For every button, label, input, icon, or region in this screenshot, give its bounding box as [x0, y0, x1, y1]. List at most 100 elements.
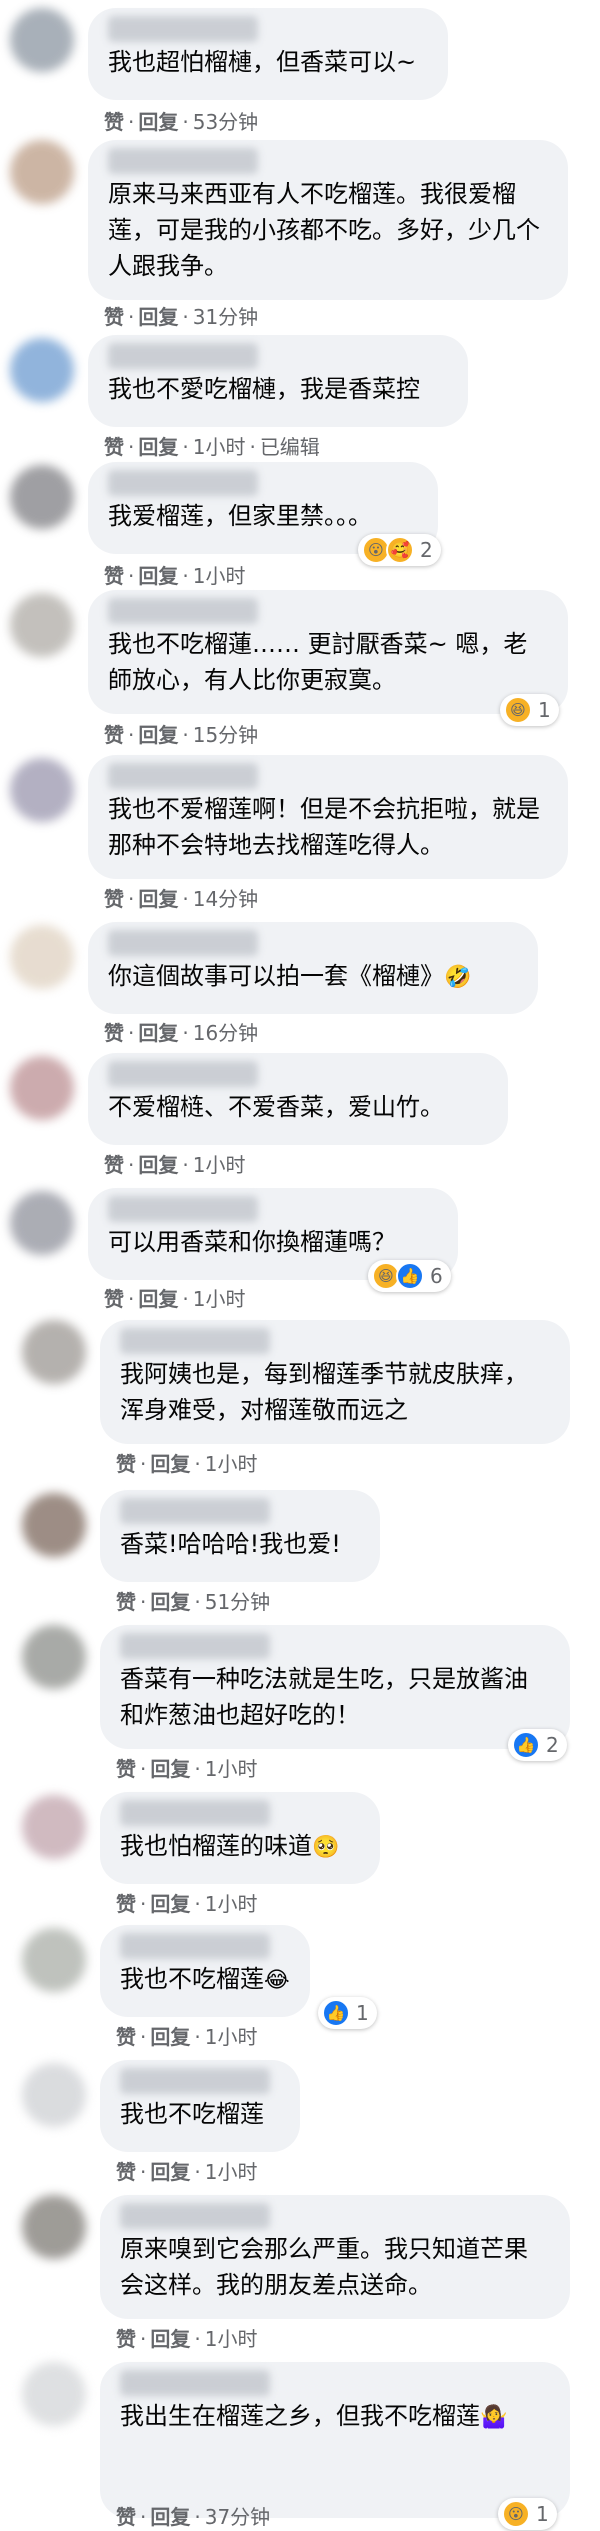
reply-button[interactable]: 回复	[138, 1287, 178, 1311]
reaction-summary[interactable]: 👍 2	[508, 1729, 567, 1761]
reply-button[interactable]: 回复	[150, 1757, 190, 1781]
author-name-blurred[interactable]	[108, 470, 258, 496]
like-button[interactable]: 赞	[104, 887, 124, 911]
reply-button[interactable]: 回复	[138, 435, 178, 459]
timestamp[interactable]: 37分钟	[205, 2505, 270, 2529]
like-button[interactable]: 赞	[116, 2327, 136, 2351]
author-name-blurred[interactable]	[120, 1498, 270, 1524]
like-button[interactable]: 赞	[116, 1892, 136, 1916]
author-name-blurred[interactable]	[108, 763, 258, 789]
avatar[interactable]	[22, 2063, 86, 2127]
reply-button[interactable]: 回复	[138, 305, 178, 329]
timestamp[interactable]: 53分钟	[193, 110, 258, 134]
like-button[interactable]: 赞	[116, 2025, 136, 2049]
avatar[interactable]	[10, 465, 74, 529]
avatar[interactable]	[22, 1928, 86, 1992]
like-button[interactable]: 赞	[116, 2505, 136, 2529]
like-button[interactable]: 赞	[104, 435, 124, 459]
author-name-blurred[interactable]	[120, 2370, 270, 2396]
emoji-icon: 🤣	[444, 965, 472, 990]
reaction-summary[interactable]: 😆 👍 6	[368, 1260, 451, 1292]
reaction-summary[interactable]: 😆 1	[500, 694, 559, 726]
author-name-blurred[interactable]	[108, 1061, 258, 1087]
timestamp[interactable]: 1小时	[205, 2025, 258, 2049]
like-button[interactable]: 赞	[104, 1153, 124, 1177]
timestamp[interactable]: 14分钟	[193, 887, 258, 911]
timestamp[interactable]: 1小时	[193, 1287, 246, 1311]
avatar[interactable]	[22, 1625, 86, 1689]
author-name-blurred[interactable]	[120, 2203, 270, 2229]
like-button[interactable]: 赞	[116, 1452, 136, 1476]
avatar[interactable]	[10, 338, 74, 402]
timestamp[interactable]: 31分钟	[193, 305, 258, 329]
timestamp[interactable]: 15分钟	[193, 723, 258, 747]
reply-button[interactable]: 回复	[150, 2160, 190, 2184]
reply-button[interactable]: 回复	[150, 2025, 190, 2049]
avatar[interactable]	[10, 8, 74, 72]
timestamp[interactable]: 51分钟	[205, 1590, 270, 1614]
separator: ·	[128, 435, 135, 459]
timestamp[interactable]: 1小时	[193, 564, 246, 588]
timestamp[interactable]: 1小时	[205, 1892, 258, 1916]
reply-button[interactable]: 回复	[150, 2327, 190, 2351]
author-name-blurred[interactable]	[120, 1933, 270, 1959]
avatar[interactable]	[22, 1493, 86, 1557]
timestamp[interactable]: 1小时	[205, 1757, 258, 1781]
author-name-blurred[interactable]	[120, 2068, 270, 2094]
comment-actions: 赞 · 回复 · 1小时 · 已编辑	[104, 435, 320, 459]
reaction-summary[interactable]: 👍 1	[318, 1997, 377, 2029]
avatar[interactable]	[22, 1320, 86, 1384]
timestamp[interactable]: 1小时	[205, 2160, 258, 2184]
like-button[interactable]: 赞	[104, 110, 124, 134]
author-name-blurred[interactable]	[120, 1633, 270, 1659]
reaction-summary[interactable]: 😮 1	[498, 2498, 557, 2530]
like-button[interactable]: 赞	[116, 1757, 136, 1781]
author-name-blurred[interactable]	[108, 343, 258, 369]
avatar[interactable]	[10, 1056, 74, 1120]
reply-button[interactable]: 回复	[150, 1590, 190, 1614]
timestamp[interactable]: 1小时	[193, 1153, 246, 1177]
avatar[interactable]	[10, 140, 74, 204]
like-button[interactable]: 赞	[104, 1021, 124, 1045]
edited-label[interactable]: 已编辑	[260, 435, 320, 459]
reply-button[interactable]: 回复	[138, 723, 178, 747]
like-button[interactable]: 赞	[104, 1287, 124, 1311]
avatar[interactable]	[22, 1795, 86, 1859]
avatar[interactable]	[22, 2362, 86, 2426]
like-button[interactable]: 赞	[116, 2160, 136, 2184]
like-button[interactable]: 赞	[104, 305, 124, 329]
timestamp[interactable]: 1小时	[193, 435, 246, 459]
avatar[interactable]	[10, 925, 74, 989]
timestamp[interactable]: 1小时	[205, 1452, 258, 1476]
reply-button[interactable]: 回复	[150, 1452, 190, 1476]
author-name-blurred[interactable]	[108, 148, 258, 174]
author-name-blurred[interactable]	[108, 598, 258, 624]
author-name-blurred[interactable]	[108, 930, 258, 956]
reply-button[interactable]: 回复	[150, 2505, 190, 2529]
avatar[interactable]	[10, 593, 74, 657]
reply-button[interactable]: 回复	[138, 1153, 178, 1177]
timestamp[interactable]: 1小时	[205, 2327, 258, 2351]
reply-button[interactable]: 回复	[150, 1892, 190, 1916]
avatar[interactable]	[10, 758, 74, 822]
reply-button[interactable]: 回复	[138, 1021, 178, 1045]
comment-actions: 赞 · 回复 · 1小时	[116, 1757, 257, 1781]
comment-feed: 我也超怕榴槤，但香菜可以~ 赞 · 回复 · 53分钟 原来马来西亚有人不吃榴莲。我很爱榴莲…	[0, 0, 600, 2531]
separator: ·	[128, 305, 135, 329]
reply-button[interactable]: 回复	[138, 887, 178, 911]
like-button[interactable]: 赞	[104, 723, 124, 747]
avatar[interactable]	[10, 1191, 74, 1255]
reply-button[interactable]: 回复	[138, 110, 178, 134]
timestamp[interactable]: 16分钟	[193, 1021, 258, 1045]
author-name-blurred[interactable]	[108, 1196, 258, 1222]
author-name-blurred[interactable]	[108, 16, 258, 42]
comment-text: 我也不吃榴蓮…… 更討厭香菜~ 嗯，老師放心，有人比你更寂寞。	[108, 626, 548, 698]
avatar[interactable]	[22, 2195, 86, 2259]
like-button[interactable]: 赞	[104, 564, 124, 588]
author-name-blurred[interactable]	[120, 1800, 270, 1826]
reaction-summary[interactable]: 😮 🥰 2	[358, 534, 441, 566]
comment-text-body: 我也超怕榴槤，但香菜可以~	[108, 48, 417, 76]
like-button[interactable]: 赞	[116, 1590, 136, 1614]
reply-button[interactable]: 回复	[138, 564, 178, 588]
author-name-blurred[interactable]	[120, 1328, 270, 1354]
